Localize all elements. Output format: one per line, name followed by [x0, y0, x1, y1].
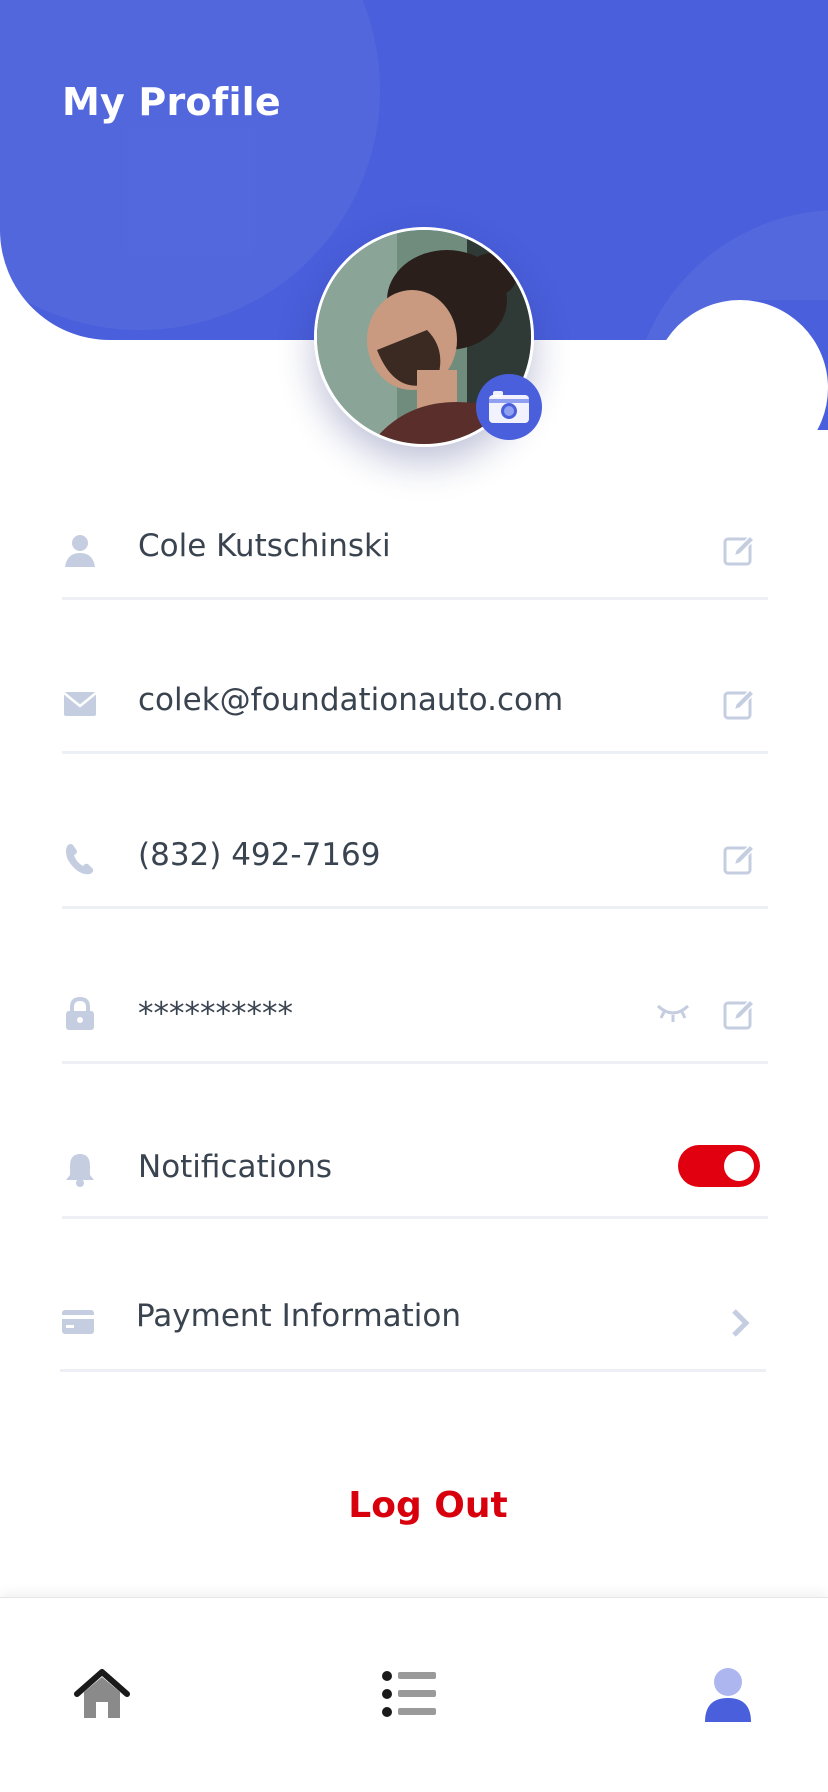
user-icon: [62, 532, 98, 568]
camera-icon: [489, 391, 529, 423]
email-field: colek@foundationauto.com: [62, 674, 768, 754]
lock-icon: [62, 996, 98, 1032]
payment-row[interactable]: Payment Information: [60, 1292, 766, 1372]
tab-home[interactable]: [72, 1664, 132, 1724]
email-value: colek@foundationauto.com: [138, 682, 564, 718]
tab-bar: [0, 1597, 828, 1792]
chevron-right-icon: [730, 1308, 750, 1342]
phone-icon: [62, 841, 98, 877]
tab-profile[interactable]: [698, 1664, 758, 1724]
phone-field: (832) 492-7169: [62, 829, 768, 909]
change-photo-button[interactable]: [476, 374, 542, 440]
profile-icon: [705, 1668, 751, 1722]
list-icon: [382, 1671, 436, 1717]
page-title: My Profile: [62, 80, 281, 124]
logout-button[interactable]: Log Out: [0, 1485, 828, 1526]
notifications-toggle[interactable]: [678, 1145, 760, 1187]
edit-icon[interactable]: [722, 688, 756, 722]
phone-value: (832) 492-7169: [138, 837, 381, 873]
toggle-knob: [724, 1151, 754, 1181]
hide-password-icon[interactable]: [656, 1000, 690, 1028]
name-value: Cole Kutschinski: [138, 528, 391, 564]
header-curve: [740, 300, 828, 430]
envelope-icon: [62, 686, 98, 722]
name-field: Cole Kutschinski: [62, 520, 768, 600]
credit-card-icon: [60, 1304, 96, 1340]
tab-list[interactable]: [380, 1664, 440, 1724]
edit-icon[interactable]: [722, 843, 756, 877]
payment-label: Payment Information: [136, 1298, 462, 1334]
bell-icon: [62, 1151, 98, 1187]
password-field: **********: [62, 984, 768, 1064]
edit-icon[interactable]: [722, 998, 756, 1032]
home-icon: [74, 1669, 130, 1718]
password-value: **********: [138, 996, 293, 1032]
notifications-row: Notifications: [62, 1139, 768, 1219]
edit-icon[interactable]: [722, 534, 756, 568]
notifications-label: Notifications: [138, 1149, 333, 1185]
header-decoration: [0, 0, 380, 330]
